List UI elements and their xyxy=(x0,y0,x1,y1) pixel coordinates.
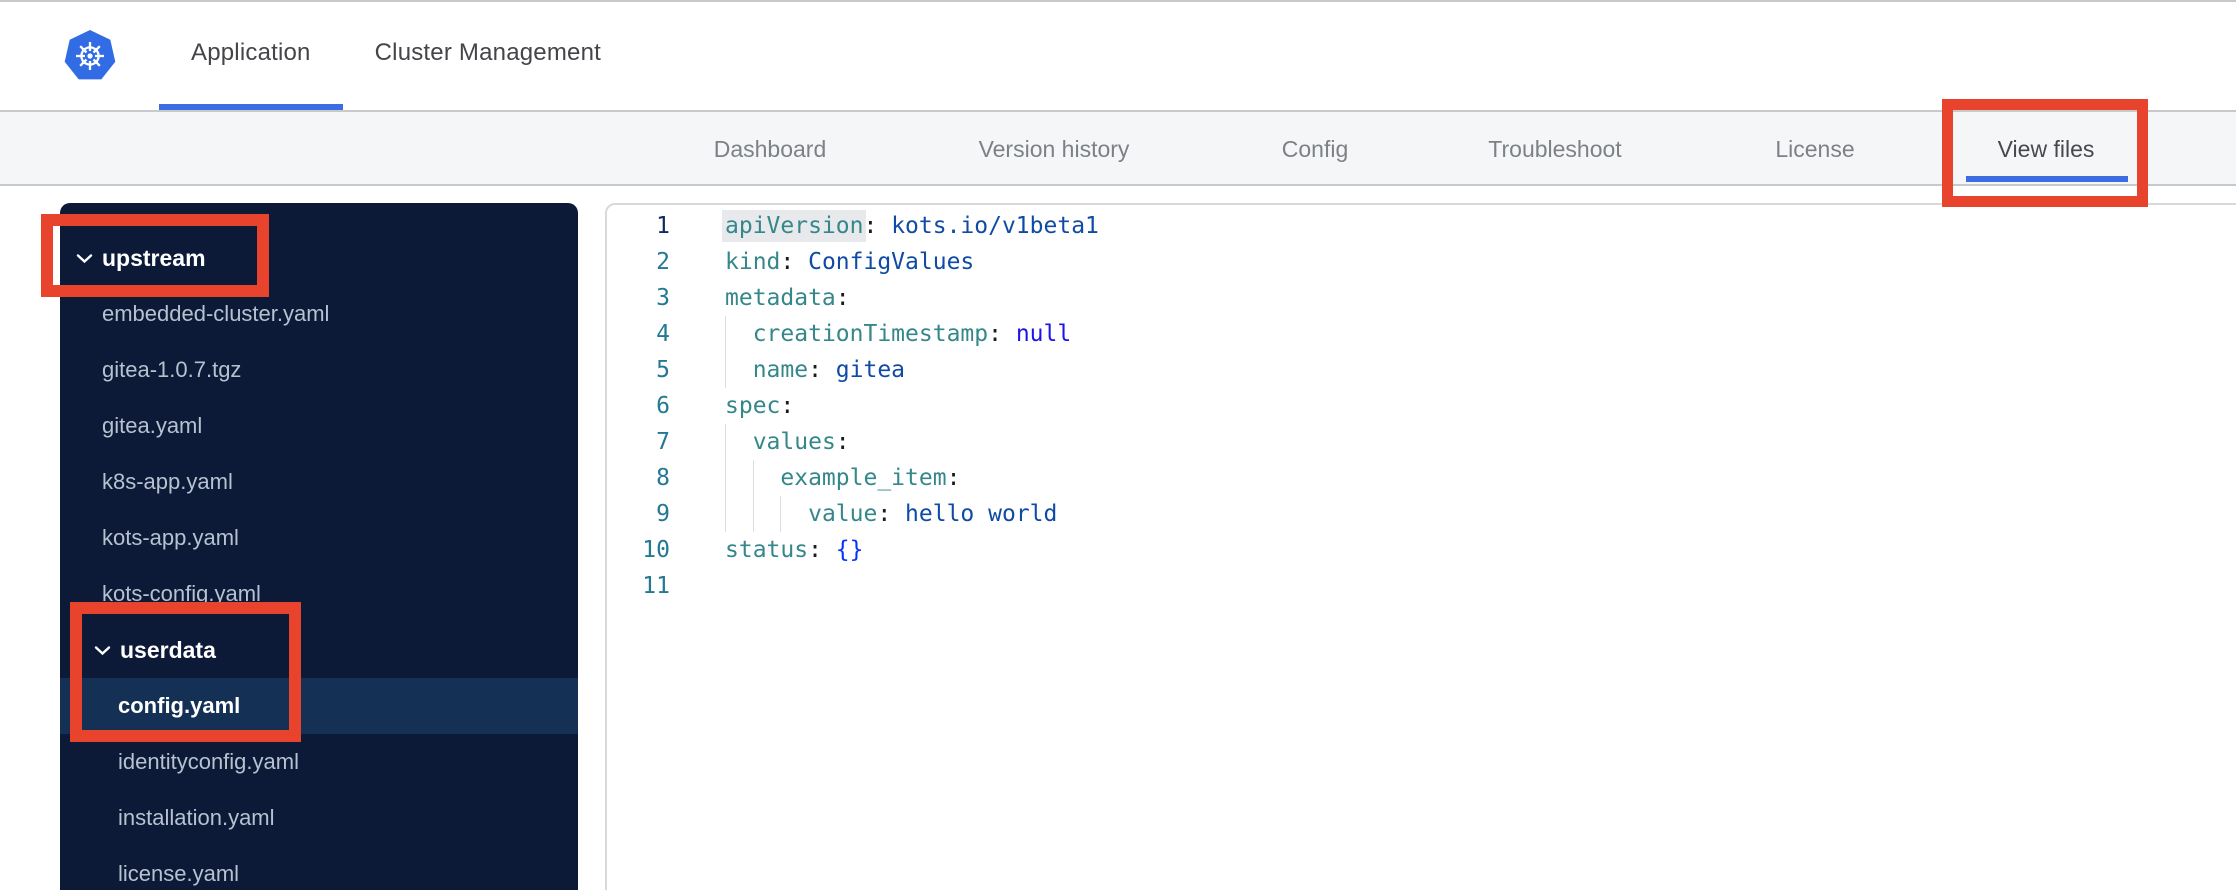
code-text: value: hello world xyxy=(808,501,1058,527)
code-line-10[interactable]: 10 status: {} xyxy=(607,532,2236,568)
code-line-8[interactable]: 8 example_item: xyxy=(607,460,2236,496)
tree-item-label: gitea.yaml xyxy=(102,413,203,438)
line-number: 6 xyxy=(656,393,670,419)
tree-item-label: identityconfig.yaml xyxy=(118,749,299,774)
tab-version-history[interactable]: Version history xyxy=(979,112,1130,184)
file-tree-sidebar: upstream embedded-cluster.yaml gitea-1.0.7… xyxy=(60,203,578,890)
code-line-1[interactable]: 1 apiVersion: kots.io/v1beta1 xyxy=(607,208,2236,244)
tree-item-label: upstream xyxy=(102,244,206,271)
tab-application[interactable]: Application xyxy=(159,2,343,110)
tree-item-embedded-cluster-yaml[interactable]: embedded-cluster.yaml xyxy=(60,286,578,342)
code-text: kind: ConfigValues xyxy=(725,249,975,275)
tree-item-label: installation.yaml xyxy=(118,805,275,830)
tab-view-files[interactable]: View files xyxy=(1998,112,2095,184)
code-text: creationTimestamp: null xyxy=(752,321,1072,347)
code-line-5[interactable]: 5 name: gitea xyxy=(607,352,2236,388)
tree-item-userdata[interactable]: userdata xyxy=(60,622,578,678)
tab-dashboard[interactable]: Dashboard xyxy=(714,112,827,184)
tree-item-upstream[interactable]: upstream xyxy=(60,230,578,286)
line-number: 8 xyxy=(656,465,670,491)
app-tabs: Application Cluster Management xyxy=(159,2,633,110)
line-number: 9 xyxy=(656,501,670,527)
active-tab-underline xyxy=(1966,176,2128,182)
code-line-6[interactable]: 6 spec: xyxy=(607,388,2236,424)
code-text: status: {} xyxy=(725,537,864,563)
line-number: 5 xyxy=(656,357,670,383)
tree-item-installation-yaml[interactable]: installation.yaml xyxy=(60,790,578,846)
code-text: example_item: xyxy=(780,465,961,491)
tree-item-k8s-app-yaml[interactable]: k8s-app.yaml xyxy=(60,454,578,510)
tree-item-label: kots-app.yaml xyxy=(102,525,239,550)
tree-item-gitea-1-0-7-tgz[interactable]: gitea-1.0.7.tgz xyxy=(60,342,578,398)
tree-item-label: embedded-cluster.yaml xyxy=(102,301,330,326)
tab-license[interactable]: License xyxy=(1775,112,1854,184)
tree-item-kots-app-yaml[interactable]: kots-app.yaml xyxy=(60,510,578,566)
code-text: apiVersion: kots.io/v1beta1 xyxy=(725,213,1099,239)
tree-item-label: gitea-1.0.7.tgz xyxy=(102,357,242,382)
code-text: values: xyxy=(752,429,850,455)
code-line-4[interactable]: 4 creationTimestamp: null xyxy=(607,316,2236,352)
tree-item-label: k8s-app.yaml xyxy=(102,469,233,494)
tree-item-gitea-yaml[interactable]: gitea.yaml xyxy=(60,398,578,454)
line-number: 11 xyxy=(642,573,670,599)
kubernetes-logo-icon xyxy=(64,30,116,80)
line-number: 10 xyxy=(642,537,670,563)
code-text: metadata: xyxy=(725,285,850,311)
app-navbar: Dashboard Version history Config Trouble… xyxy=(0,112,2236,186)
kots-admin-console: Application Cluster Management Dashboard… xyxy=(0,0,2236,890)
tree-item-config-yaml[interactable]: config.yaml xyxy=(60,678,578,734)
chevron-down-icon xyxy=(76,253,93,264)
code-line-2[interactable]: 2 kind: ConfigValues xyxy=(607,244,2236,280)
code-text: spec: xyxy=(725,393,795,419)
code-line-3[interactable]: 3 metadata: xyxy=(607,280,2236,316)
tree-item-label: userdata xyxy=(120,636,216,663)
line-number: 3 xyxy=(656,285,670,311)
tree-item-identityconfig-yaml[interactable]: identityconfig.yaml xyxy=(60,734,578,790)
tree-item-license-yaml[interactable]: license.yaml xyxy=(60,846,578,890)
line-number: 1 xyxy=(656,213,670,239)
code-line-9[interactable]: 9 value: hello world xyxy=(607,496,2236,532)
code-text: name: gitea xyxy=(752,357,906,383)
app-header: Application Cluster Management xyxy=(0,2,2236,112)
editor-lines: 1 apiVersion: kots.io/v1beta1 2 kind: Confi… xyxy=(607,208,2236,604)
tree-item-kots-config-yaml[interactable]: kots-config.yaml xyxy=(60,566,578,622)
tree-item-label: license.yaml xyxy=(118,861,240,886)
tab-cluster-management[interactable]: Cluster Management xyxy=(343,2,633,110)
tree-item-label: config.yaml xyxy=(118,693,241,718)
line-number: 7 xyxy=(656,429,670,455)
line-number: 2 xyxy=(656,249,670,275)
tab-troubleshoot[interactable]: Troubleshoot xyxy=(1488,112,1621,184)
tree-item-label: kots-config.yaml xyxy=(102,581,261,606)
tab-config[interactable]: Config xyxy=(1282,112,1348,184)
line-number: 4 xyxy=(656,321,670,347)
code-line-7[interactable]: 7 values: xyxy=(607,424,2236,460)
code-line-11[interactable]: 11 xyxy=(607,568,2236,604)
chevron-down-icon xyxy=(94,645,111,656)
yaml-editor[interactable]: 1 apiVersion: kots.io/v1beta1 2 kind: Confi… xyxy=(605,203,2236,890)
